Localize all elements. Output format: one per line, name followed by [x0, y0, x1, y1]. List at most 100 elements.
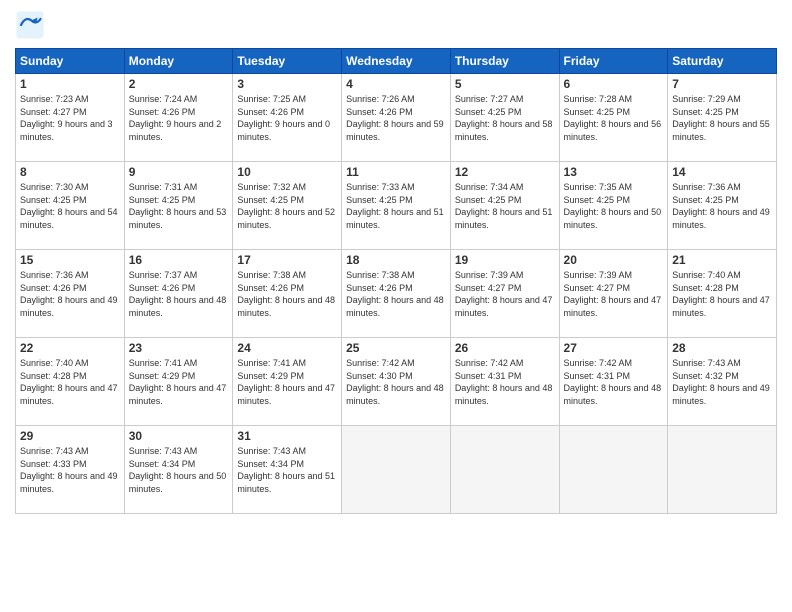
day-cell: 17 Sunrise: 7:38 AMSunset: 4:26 PMDaylig…	[233, 250, 342, 338]
cell-info: Sunrise: 7:25 AMSunset: 4:26 PMDaylight:…	[237, 94, 330, 142]
column-header-tuesday: Tuesday	[233, 49, 342, 74]
column-header-saturday: Saturday	[668, 49, 777, 74]
day-cell: 22 Sunrise: 7:40 AMSunset: 4:28 PMDaylig…	[16, 338, 125, 426]
cell-info: Sunrise: 7:32 AMSunset: 4:25 PMDaylight:…	[237, 182, 335, 230]
day-cell: 2 Sunrise: 7:24 AMSunset: 4:26 PMDayligh…	[124, 74, 233, 162]
day-number: 14	[672, 165, 772, 179]
cell-info: Sunrise: 7:34 AMSunset: 4:25 PMDaylight:…	[455, 182, 553, 230]
day-cell: 7 Sunrise: 7:29 AMSunset: 4:25 PMDayligh…	[668, 74, 777, 162]
cell-info: Sunrise: 7:43 AMSunset: 4:34 PMDaylight:…	[129, 446, 227, 494]
day-cell	[450, 426, 559, 514]
column-header-thursday: Thursday	[450, 49, 559, 74]
day-number: 25	[346, 341, 446, 355]
day-number: 3	[237, 77, 337, 91]
day-cell	[559, 426, 668, 514]
day-cell: 13 Sunrise: 7:35 AMSunset: 4:25 PMDaylig…	[559, 162, 668, 250]
day-cell: 25 Sunrise: 7:42 AMSunset: 4:30 PMDaylig…	[342, 338, 451, 426]
day-cell: 18 Sunrise: 7:38 AMSunset: 4:26 PMDaylig…	[342, 250, 451, 338]
column-header-friday: Friday	[559, 49, 668, 74]
day-number: 2	[129, 77, 229, 91]
cell-info: Sunrise: 7:40 AMSunset: 4:28 PMDaylight:…	[672, 270, 770, 318]
day-cell: 14 Sunrise: 7:36 AMSunset: 4:25 PMDaylig…	[668, 162, 777, 250]
week-row-3: 15 Sunrise: 7:36 AMSunset: 4:26 PMDaylig…	[16, 250, 777, 338]
day-number: 6	[564, 77, 664, 91]
cell-info: Sunrise: 7:23 AMSunset: 4:27 PMDaylight:…	[20, 94, 113, 142]
day-cell: 26 Sunrise: 7:42 AMSunset: 4:31 PMDaylig…	[450, 338, 559, 426]
cell-info: Sunrise: 7:42 AMSunset: 4:31 PMDaylight:…	[455, 358, 553, 406]
header-row: SundayMondayTuesdayWednesdayThursdayFrid…	[16, 49, 777, 74]
calendar-header: SundayMondayTuesdayWednesdayThursdayFrid…	[16, 49, 777, 74]
cell-info: Sunrise: 7:28 AMSunset: 4:25 PMDaylight:…	[564, 94, 662, 142]
day-cell: 9 Sunrise: 7:31 AMSunset: 4:25 PMDayligh…	[124, 162, 233, 250]
cell-info: Sunrise: 7:40 AMSunset: 4:28 PMDaylight:…	[20, 358, 118, 406]
day-cell	[668, 426, 777, 514]
day-number: 29	[20, 429, 120, 443]
day-number: 30	[129, 429, 229, 443]
logo	[15, 10, 49, 40]
week-row-5: 29 Sunrise: 7:43 AMSunset: 4:33 PMDaylig…	[16, 426, 777, 514]
week-row-1: 1 Sunrise: 7:23 AMSunset: 4:27 PMDayligh…	[16, 74, 777, 162]
day-cell: 30 Sunrise: 7:43 AMSunset: 4:34 PMDaylig…	[124, 426, 233, 514]
day-cell: 27 Sunrise: 7:42 AMSunset: 4:31 PMDaylig…	[559, 338, 668, 426]
day-cell: 29 Sunrise: 7:43 AMSunset: 4:33 PMDaylig…	[16, 426, 125, 514]
column-header-sunday: Sunday	[16, 49, 125, 74]
day-number: 23	[129, 341, 229, 355]
day-number: 11	[346, 165, 446, 179]
cell-info: Sunrise: 7:39 AMSunset: 4:27 PMDaylight:…	[455, 270, 553, 318]
cell-info: Sunrise: 7:24 AMSunset: 4:26 PMDaylight:…	[129, 94, 222, 142]
cell-info: Sunrise: 7:42 AMSunset: 4:30 PMDaylight:…	[346, 358, 444, 406]
cell-info: Sunrise: 7:30 AMSunset: 4:25 PMDaylight:…	[20, 182, 118, 230]
day-number: 5	[455, 77, 555, 91]
cell-info: Sunrise: 7:36 AMSunset: 4:26 PMDaylight:…	[20, 270, 118, 318]
day-cell: 24 Sunrise: 7:41 AMSunset: 4:29 PMDaylig…	[233, 338, 342, 426]
day-cell: 23 Sunrise: 7:41 AMSunset: 4:29 PMDaylig…	[124, 338, 233, 426]
cell-info: Sunrise: 7:43 AMSunset: 4:34 PMDaylight:…	[237, 446, 335, 494]
day-cell: 8 Sunrise: 7:30 AMSunset: 4:25 PMDayligh…	[16, 162, 125, 250]
day-cell: 5 Sunrise: 7:27 AMSunset: 4:25 PMDayligh…	[450, 74, 559, 162]
week-row-4: 22 Sunrise: 7:40 AMSunset: 4:28 PMDaylig…	[16, 338, 777, 426]
cell-info: Sunrise: 7:36 AMSunset: 4:25 PMDaylight:…	[672, 182, 770, 230]
day-number: 1	[20, 77, 120, 91]
logo-icon	[15, 10, 45, 40]
week-row-2: 8 Sunrise: 7:30 AMSunset: 4:25 PMDayligh…	[16, 162, 777, 250]
day-number: 8	[20, 165, 120, 179]
cell-info: Sunrise: 7:43 AMSunset: 4:32 PMDaylight:…	[672, 358, 770, 406]
day-cell: 16 Sunrise: 7:37 AMSunset: 4:26 PMDaylig…	[124, 250, 233, 338]
day-number: 16	[129, 253, 229, 267]
day-cell: 31 Sunrise: 7:43 AMSunset: 4:34 PMDaylig…	[233, 426, 342, 514]
day-cell: 12 Sunrise: 7:34 AMSunset: 4:25 PMDaylig…	[450, 162, 559, 250]
day-cell: 15 Sunrise: 7:36 AMSunset: 4:26 PMDaylig…	[16, 250, 125, 338]
cell-info: Sunrise: 7:29 AMSunset: 4:25 PMDaylight:…	[672, 94, 770, 142]
day-number: 9	[129, 165, 229, 179]
day-cell: 1 Sunrise: 7:23 AMSunset: 4:27 PMDayligh…	[16, 74, 125, 162]
day-number: 10	[237, 165, 337, 179]
day-cell: 4 Sunrise: 7:26 AMSunset: 4:26 PMDayligh…	[342, 74, 451, 162]
day-cell: 10 Sunrise: 7:32 AMSunset: 4:25 PMDaylig…	[233, 162, 342, 250]
day-cell: 21 Sunrise: 7:40 AMSunset: 4:28 PMDaylig…	[668, 250, 777, 338]
cell-info: Sunrise: 7:31 AMSunset: 4:25 PMDaylight:…	[129, 182, 227, 230]
calendar-body: 1 Sunrise: 7:23 AMSunset: 4:27 PMDayligh…	[16, 74, 777, 514]
day-number: 15	[20, 253, 120, 267]
cell-info: Sunrise: 7:26 AMSunset: 4:26 PMDaylight:…	[346, 94, 444, 142]
page: SundayMondayTuesdayWednesdayThursdayFrid…	[0, 0, 792, 612]
day-number: 21	[672, 253, 772, 267]
day-cell: 19 Sunrise: 7:39 AMSunset: 4:27 PMDaylig…	[450, 250, 559, 338]
day-number: 31	[237, 429, 337, 443]
header	[15, 10, 777, 40]
day-number: 27	[564, 341, 664, 355]
day-cell: 28 Sunrise: 7:43 AMSunset: 4:32 PMDaylig…	[668, 338, 777, 426]
cell-info: Sunrise: 7:33 AMSunset: 4:25 PMDaylight:…	[346, 182, 444, 230]
day-number: 13	[564, 165, 664, 179]
day-cell: 6 Sunrise: 7:28 AMSunset: 4:25 PMDayligh…	[559, 74, 668, 162]
cell-info: Sunrise: 7:41 AMSunset: 4:29 PMDaylight:…	[237, 358, 335, 406]
cell-info: Sunrise: 7:41 AMSunset: 4:29 PMDaylight:…	[129, 358, 227, 406]
day-number: 22	[20, 341, 120, 355]
cell-info: Sunrise: 7:38 AMSunset: 4:26 PMDaylight:…	[346, 270, 444, 318]
day-number: 24	[237, 341, 337, 355]
day-cell: 3 Sunrise: 7:25 AMSunset: 4:26 PMDayligh…	[233, 74, 342, 162]
cell-info: Sunrise: 7:37 AMSunset: 4:26 PMDaylight:…	[129, 270, 227, 318]
day-number: 18	[346, 253, 446, 267]
cell-info: Sunrise: 7:43 AMSunset: 4:33 PMDaylight:…	[20, 446, 118, 494]
day-number: 7	[672, 77, 772, 91]
day-number: 12	[455, 165, 555, 179]
